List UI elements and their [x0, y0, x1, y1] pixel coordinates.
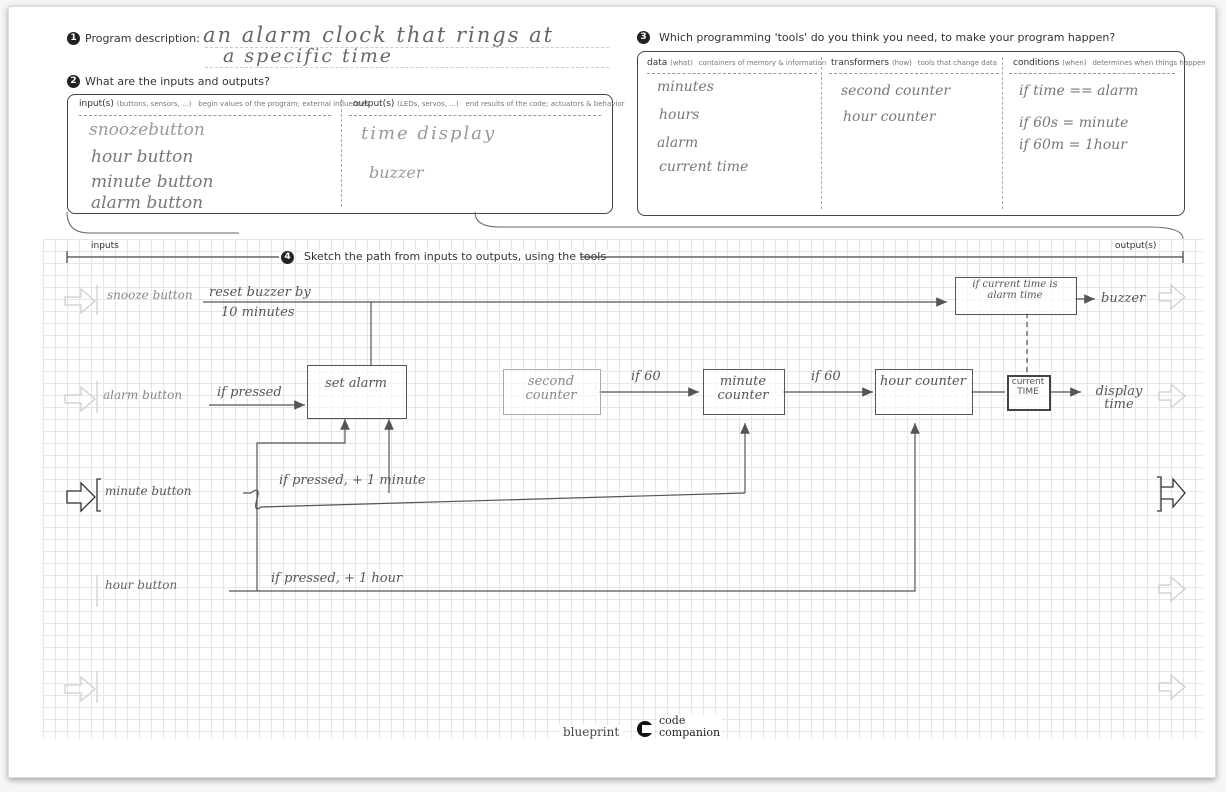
output-display-time: display time — [1095, 384, 1143, 412]
code-companion-logo-icon — [637, 721, 653, 737]
edge-hour-pressed: if pressed, + 1 hour — [271, 571, 403, 586]
code-companion-logo: code companion — [657, 715, 723, 739]
worksheet: 1 Program description: an alarm clock th… — [8, 6, 1216, 778]
input-alarm-button: alarm button — [103, 388, 183, 402]
node-set-alarm — [307, 365, 407, 419]
edge-if-60-minutes: if 60 — [811, 369, 841, 384]
node-current-time-label: current TIME — [1011, 377, 1045, 397]
node-minute-counter-label: minute counter — [717, 374, 769, 403]
node-hour-counter-label: hour counter — [880, 374, 966, 389]
edge-alarm-pressed: if pressed — [217, 385, 282, 400]
input-minute-button: minute button — [105, 484, 192, 498]
edge-if-60-seconds: if 60 — [631, 369, 661, 384]
code-companion-line2: companion — [659, 726, 721, 739]
edge-minute-pressed: if pressed, + 1 minute — [279, 473, 426, 488]
node-set-alarm-label: set alarm — [325, 376, 387, 391]
node-alarm-condition-label: if current time is alarm time — [972, 279, 1058, 301]
node-second-counter-label: second counter — [525, 374, 577, 403]
input-snooze-button: snooze button — [107, 288, 193, 302]
edge-snooze-line2: 10 minutes — [221, 305, 295, 320]
input-hour-button: hour button — [105, 578, 178, 592]
edge-snooze-line1: reset buzzer by — [209, 285, 311, 300]
output-buzzer: buzzer — [1101, 291, 1146, 306]
blueprint-logo: blueprint — [559, 725, 624, 739]
